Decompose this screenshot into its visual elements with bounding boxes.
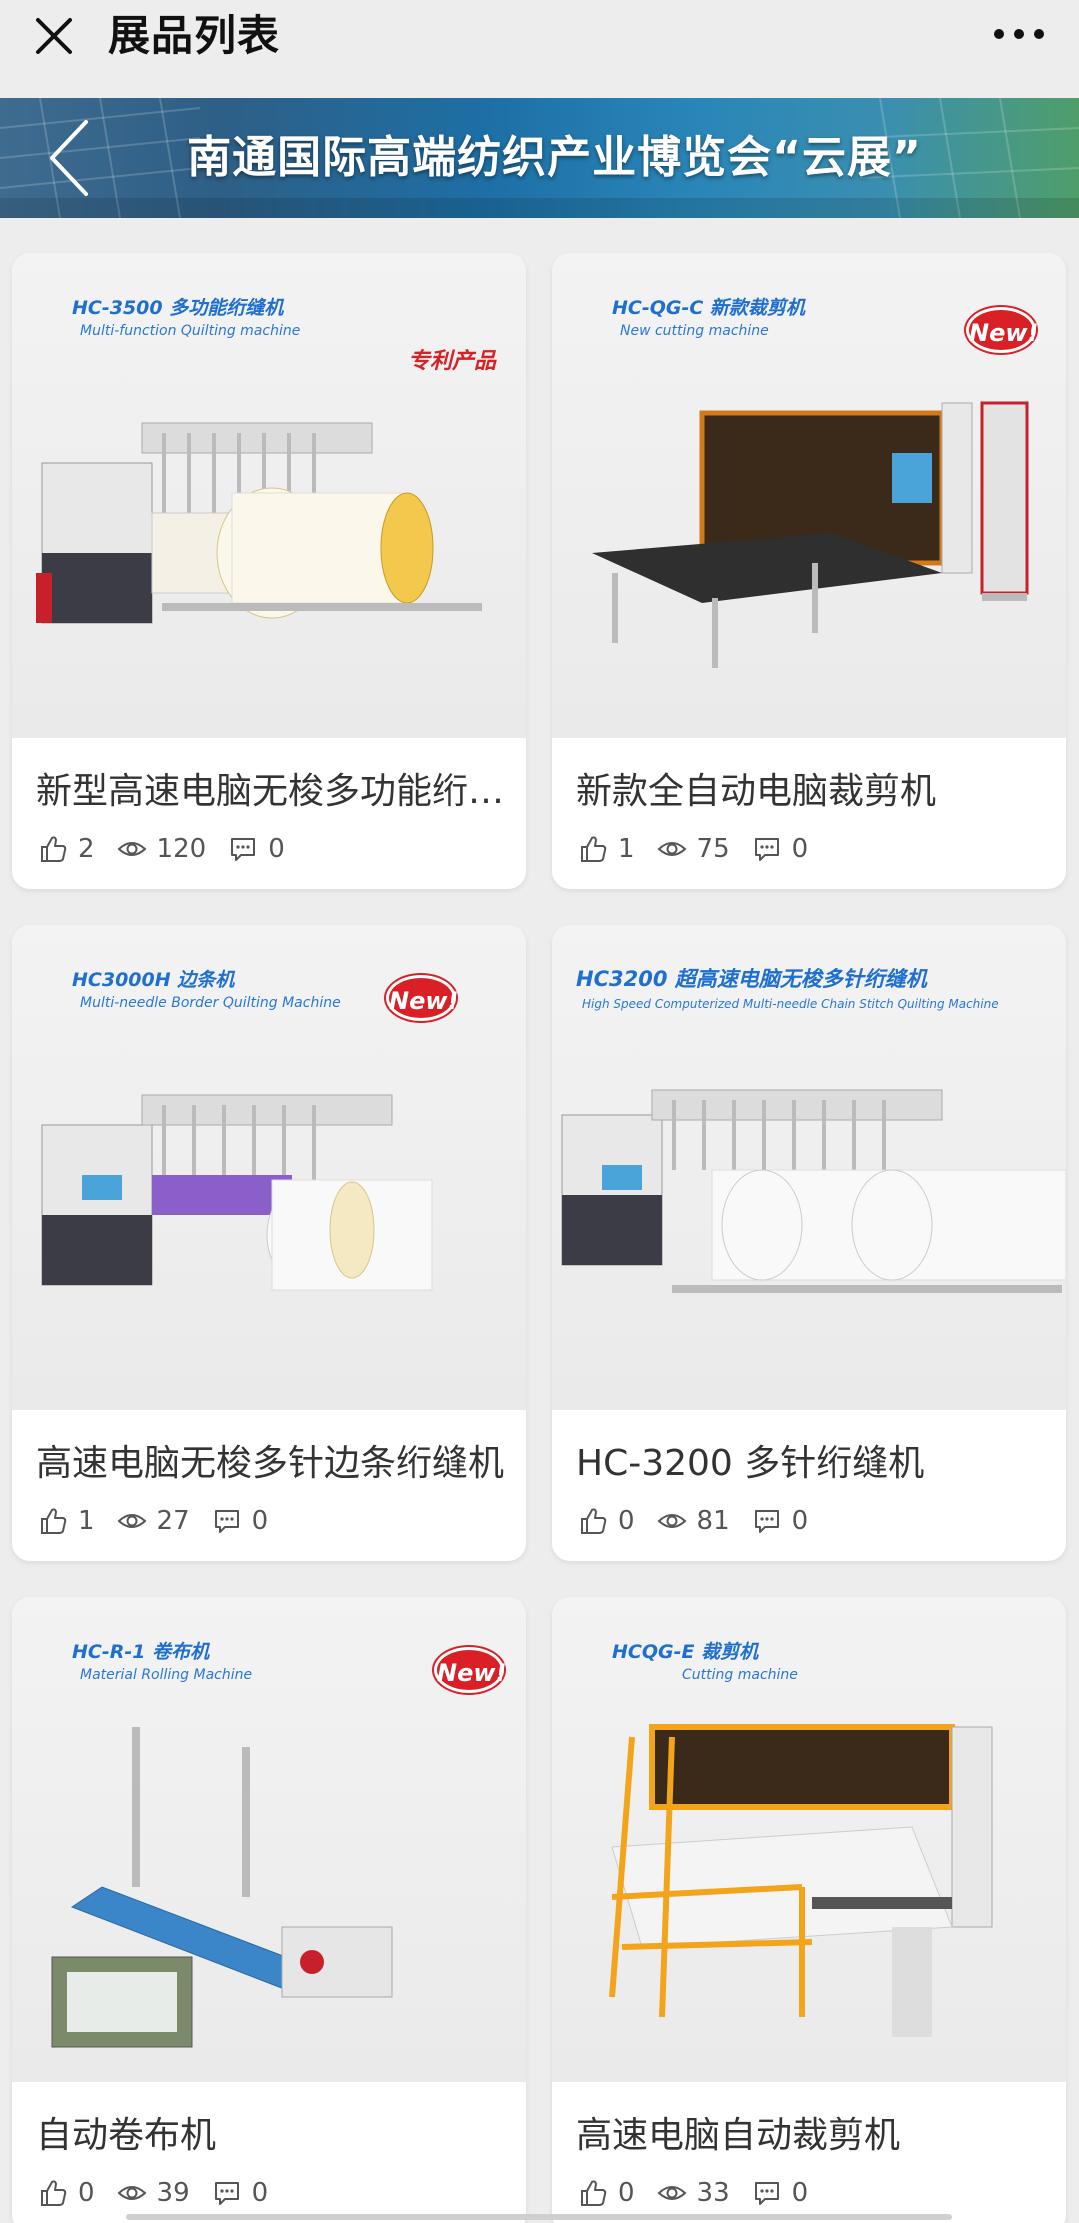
product-stats: 1 75 0 bbox=[578, 831, 830, 867]
new-badge: New! bbox=[434, 1647, 506, 1693]
product-card[interactable]: HC3200 超高速电脑无梭多针绗缝机 High Speed Computeri… bbox=[552, 925, 1066, 1561]
image-model-label: HCQG-E 裁剪机 bbox=[612, 1641, 759, 1663]
product-image: HC-3500 多功能绗缝机 Multi-function Quilting m… bbox=[12, 253, 526, 738]
like-icon[interactable] bbox=[38, 2178, 68, 2208]
comment-count: 0 bbox=[791, 834, 809, 864]
image-model-label: HC-R-1 卷布机 bbox=[72, 1641, 210, 1663]
image-subtitle: Multi-needle Border Quilting Machine bbox=[80, 995, 341, 1011]
like-icon[interactable] bbox=[38, 834, 68, 864]
like-count: 0 bbox=[618, 1506, 635, 1536]
product-card[interactable]: HC-R-1 卷布机 Material Rolling Machine New!… bbox=[12, 1597, 526, 2223]
like-icon[interactable] bbox=[578, 1506, 608, 1536]
comment-icon[interactable] bbox=[752, 2178, 782, 2208]
product-card[interactable]: HC-QG-C 新款裁剪机 New cutting machine New! 新… bbox=[552, 253, 1066, 889]
product-image: HCQG-E 裁剪机 Cutting machine bbox=[552, 1597, 1066, 2082]
scroll-indicator bbox=[126, 2214, 952, 2220]
product-card[interactable]: HC-3500 多功能绗缝机 Multi-function Quilting m… bbox=[12, 253, 526, 889]
view-icon bbox=[657, 1514, 686, 1528]
banner-title: 南通国际高端纺织产业博览会“云展” bbox=[187, 132, 922, 183]
product-title[interactable]: 自动卷布机 bbox=[36, 2109, 506, 2163]
product-image: HC-R-1 卷布机 Material Rolling Machine New! bbox=[12, 1597, 526, 2082]
comment-count: 0 bbox=[791, 1506, 809, 1536]
product-card[interactable]: HCQG-E 裁剪机 Cutting machine 高速电脑自动裁剪机 0 3… bbox=[552, 1597, 1066, 2223]
auto-cutting-machine-illustration bbox=[609, 1724, 993, 2037]
comment-icon[interactable] bbox=[752, 834, 782, 864]
more-options-icon[interactable] bbox=[989, 14, 1049, 54]
image-model-label: HC-QG-C 新款裁剪机 bbox=[612, 297, 805, 319]
product-stats: 0 33 0 bbox=[578, 2175, 830, 2211]
close-icon[interactable] bbox=[26, 8, 82, 64]
patent-badge: 专利产品 bbox=[407, 349, 496, 374]
banner: 南通国际高端纺织产业博览会“云展” bbox=[0, 98, 1079, 218]
image-subtitle: Material Rolling Machine bbox=[80, 1667, 253, 1683]
product-stats: 0 81 0 bbox=[578, 1503, 830, 1539]
like-count: 2 bbox=[78, 834, 95, 864]
page-title: 展品列表 bbox=[108, 11, 281, 60]
like-icon[interactable] bbox=[38, 1506, 68, 1536]
like-icon[interactable] bbox=[578, 834, 608, 864]
product-image: HC3000H 边条机 Multi-needle Border Quilting… bbox=[12, 925, 526, 1410]
view-icon bbox=[117, 2186, 146, 2200]
like-count: 1 bbox=[78, 1506, 95, 1536]
product-stats: 2 120 0 bbox=[38, 831, 307, 867]
comment-icon[interactable] bbox=[228, 834, 258, 864]
view-count: 120 bbox=[156, 834, 207, 864]
comment-icon[interactable] bbox=[752, 1506, 782, 1536]
image-subtitle: Multi-function Quilting machine bbox=[80, 323, 301, 339]
product-title[interactable]: 新型高速电脑无梭多功能绗缝机 bbox=[36, 765, 506, 819]
image-model-label: HC-3500 多功能绗缝机 bbox=[72, 297, 284, 319]
top-nav-bar: 展品列表 bbox=[0, 0, 1079, 98]
comment-icon[interactable] bbox=[212, 2178, 242, 2208]
product-image: HC3200 超高速电脑无梭多针绗缝机 High Speed Computeri… bbox=[552, 925, 1066, 1410]
like-icon[interactable] bbox=[578, 2178, 608, 2208]
image-subtitle: New cutting machine bbox=[620, 323, 769, 339]
product-stats: 1 27 0 bbox=[38, 1503, 290, 1539]
comment-icon[interactable] bbox=[212, 1506, 242, 1536]
product-card[interactable]: HC3000H 边条机 Multi-needle Border Quilting… bbox=[12, 925, 526, 1561]
product-image: HC-QG-C 新款裁剪机 New cutting machine New! bbox=[552, 253, 1066, 738]
view-count: 39 bbox=[156, 2178, 190, 2208]
comment-count: 0 bbox=[251, 2178, 269, 2208]
new-badge: New! bbox=[386, 975, 458, 1021]
view-icon bbox=[117, 842, 146, 856]
view-icon bbox=[657, 2186, 686, 2200]
image-model-label: HC3000H 边条机 bbox=[72, 969, 235, 991]
product-title[interactable]: 新款全自动电脑裁剪机 bbox=[576, 765, 1046, 819]
view-count: 75 bbox=[696, 834, 730, 864]
view-icon bbox=[657, 842, 686, 856]
like-count: 0 bbox=[618, 2178, 635, 2208]
comment-count: 0 bbox=[268, 834, 285, 864]
product-title[interactable]: HC-3200 多针绗缝机 bbox=[576, 1437, 1046, 1491]
view-icon bbox=[117, 1514, 146, 1528]
view-count: 27 bbox=[156, 1506, 190, 1536]
view-count: 81 bbox=[696, 1506, 730, 1536]
image-subtitle: Cutting machine bbox=[682, 1667, 798, 1683]
like-count: 0 bbox=[78, 2178, 95, 2208]
image-model-label: HC3200 超高速电脑无梭多针绗缝机 bbox=[576, 967, 927, 991]
product-title[interactable]: 高速电脑无梭多针边条绗缝机 bbox=[36, 1437, 506, 1491]
comment-count: 0 bbox=[251, 1506, 269, 1536]
image-subtitle: High Speed Computerized Multi-needle Cha… bbox=[582, 997, 999, 1011]
comment-count: 0 bbox=[791, 2178, 809, 2208]
like-count: 1 bbox=[618, 834, 635, 864]
product-title[interactable]: 高速电脑自动裁剪机 bbox=[576, 2109, 1046, 2163]
view-count: 33 bbox=[696, 2178, 730, 2208]
new-badge: New! bbox=[966, 307, 1038, 353]
product-stats: 0 39 0 bbox=[38, 2175, 290, 2211]
